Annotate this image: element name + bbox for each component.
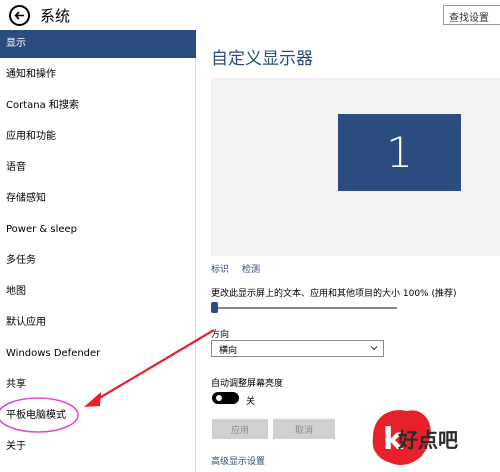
- sidebar-item-maps[interactable]: 地图: [0, 278, 196, 306]
- advanced-display-settings-link[interactable]: 高级显示设置: [211, 454, 265, 467]
- toggle-knob: [216, 395, 222, 401]
- orientation-value: 横向: [219, 346, 238, 356]
- sidebar-item-cortana[interactable]: Cortana 和搜索: [0, 92, 196, 120]
- brightness-label: 自动调整屏幕亮度: [211, 379, 284, 389]
- back-button[interactable]: [9, 5, 30, 26]
- sidebar-item-apps[interactable]: 应用和功能: [0, 123, 196, 151]
- scale-label: 更改此显示屏上的文本、应用和其他项目的大小 100% (推荐): [211, 289, 457, 299]
- chevron-down-icon: [370, 346, 378, 351]
- sidebar-item-speech[interactable]: 语音: [0, 154, 196, 182]
- cancel-button[interactable]: 取消: [273, 419, 335, 439]
- monitor-1[interactable]: 1: [338, 114, 461, 191]
- brightness-toggle[interactable]: [212, 392, 239, 404]
- scale-slider[interactable]: [211, 302, 397, 313]
- sidebar: 显示 通知和操作 Cortana 和搜索 应用和功能 语音 存储感知 Power…: [0, 30, 196, 472]
- sidebar-item-power[interactable]: Power & sleep: [0, 216, 196, 244]
- search-input[interactable]: 查找设置: [443, 5, 500, 25]
- orientation-label: 方向: [211, 330, 230, 340]
- sidebar-item-notifications[interactable]: 通知和操作: [0, 61, 196, 89]
- sidebar-item-default-apps[interactable]: 默认应用: [0, 309, 196, 337]
- watermark-text: 好点吧: [398, 428, 458, 452]
- page-title: 自定义显示器: [211, 49, 313, 69]
- title-bar: 系统 查找设置: [0, 0, 500, 30]
- sidebar-item-multitasking[interactable]: 多任务: [0, 247, 196, 275]
- scale-slider-thumb[interactable]: [211, 302, 218, 313]
- identify-link[interactable]: 标识: [211, 262, 229, 275]
- display-preview: 1: [211, 78, 500, 256]
- sidebar-item-storage[interactable]: 存储感知: [0, 185, 196, 213]
- apply-button[interactable]: 应用: [212, 419, 268, 439]
- orientation-dropdown[interactable]: 横向: [211, 340, 384, 357]
- sidebar-item-sharing[interactable]: 共享: [0, 371, 196, 399]
- window-title: 系统: [40, 7, 71, 25]
- detect-link[interactable]: 检测: [242, 262, 260, 275]
- back-arrow-icon: [14, 11, 24, 20]
- sidebar-item-about[interactable]: 关于: [0, 433, 196, 461]
- sidebar-item-display[interactable]: 显示: [0, 30, 196, 58]
- brightness-toggle-state: 关: [246, 397, 256, 407]
- sidebar-item-defender[interactable]: Windows Defender: [0, 340, 196, 368]
- sidebar-item-tablet-mode[interactable]: 平板电脑模式: [0, 402, 196, 430]
